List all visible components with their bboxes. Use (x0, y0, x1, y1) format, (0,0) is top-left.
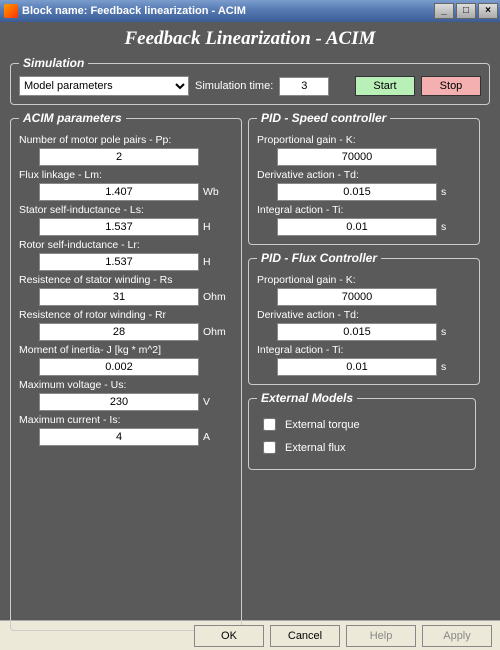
acim-param-input-4[interactable] (39, 288, 199, 306)
acim-param-label-8: Maximum current - Is: (19, 414, 233, 426)
acim-param-input-7[interactable] (39, 393, 199, 411)
acim-parameters-group: ACIM parameters Number of motor pole pai… (10, 111, 242, 631)
external-flux-label: External flux (285, 442, 346, 454)
model-parameters-select[interactable]: Model parameters (19, 76, 189, 96)
external-torque-checkbox[interactable] (263, 418, 276, 431)
pid-flux-param-label-1: Derivative action - Td: (257, 309, 471, 321)
external-legend: External Models (257, 391, 357, 405)
pid-speed-param-unit-1: s (441, 186, 471, 198)
app-icon (4, 4, 18, 18)
pid-flux-param-label-0: Proportional gain - K: (257, 274, 471, 286)
acim-param-input-1[interactable] (39, 183, 199, 201)
acim-param-unit-1: Wb (203, 186, 233, 198)
ok-button[interactable]: OK (194, 625, 264, 647)
simulation-group: Simulation Model parameters Simulation t… (10, 56, 490, 105)
acim-param-label-0: Number of motor pole pairs - Pp: (19, 134, 233, 146)
acim-param-label-1: Flux linkage - Lm: (19, 169, 233, 181)
pid-flux-group: PID - Flux Controller Proportional gain … (248, 251, 480, 385)
apply-button[interactable]: Apply (422, 625, 492, 647)
acim-param-unit-8: A (203, 431, 233, 443)
simulation-time-label: Simulation time: (195, 80, 273, 92)
acim-param-unit-5: Ohm (203, 326, 233, 338)
acim-param-label-6: Moment of inertia- J [kg * m^2] (19, 344, 233, 356)
pid-speed-param-input-0[interactable] (277, 148, 437, 166)
acim-param-input-3[interactable] (39, 253, 199, 271)
acim-param-input-6[interactable] (39, 358, 199, 376)
acim-param-unit-4: Ohm (203, 291, 233, 303)
pid-flux-legend: PID - Flux Controller (257, 251, 381, 265)
start-button[interactable]: Start (355, 76, 415, 96)
pid-flux-param-input-0[interactable] (277, 288, 437, 306)
acim-param-input-5[interactable] (39, 323, 199, 341)
cancel-button[interactable]: Cancel (270, 625, 340, 647)
acim-legend: ACIM parameters (19, 111, 126, 125)
page-title: Feedback Linearization - ACIM (10, 28, 490, 50)
help-button[interactable]: Help (346, 625, 416, 647)
content-panel: Feedback Linearization - ACIM Simulation… (0, 22, 500, 620)
acim-param-unit-7: V (203, 396, 233, 408)
pid-flux-param-input-1[interactable] (277, 323, 437, 341)
maximize-button[interactable]: □ (456, 3, 476, 19)
pid-flux-param-unit-2: s (441, 361, 471, 373)
acim-param-input-2[interactable] (39, 218, 199, 236)
pid-speed-param-input-1[interactable] (277, 183, 437, 201)
acim-param-unit-2: H (203, 221, 233, 233)
close-button[interactable]: × (478, 3, 498, 19)
acim-param-label-5: Resistence of rotor winding - Rr (19, 309, 233, 321)
pid-speed-param-label-1: Derivative action - Td: (257, 169, 471, 181)
minimize-button[interactable]: _ (434, 3, 454, 19)
acim-param-label-4: Resistence of stator winding - Rs (19, 274, 233, 286)
external-torque-label: External torque (285, 419, 360, 431)
pid-flux-param-input-2[interactable] (277, 358, 437, 376)
pid-speed-param-label-2: Integral action - Ti: (257, 204, 471, 216)
pid-speed-param-label-0: Proportional gain - K: (257, 134, 471, 146)
pid-flux-param-label-2: Integral action - Ti: (257, 344, 471, 356)
stop-button[interactable]: Stop (421, 76, 481, 96)
acim-param-label-3: Rotor self-inductance - Lr: (19, 239, 233, 251)
pid-flux-param-unit-1: s (441, 326, 471, 338)
acim-param-label-7: Maximum voltage - Us: (19, 379, 233, 391)
simulation-legend: Simulation (19, 56, 88, 70)
window-title: Block name: Feedback linearization - ACI… (22, 5, 432, 17)
acim-param-unit-3: H (203, 256, 233, 268)
pid-speed-param-unit-2: s (441, 221, 471, 233)
acim-param-label-2: Stator self-inductance - Ls: (19, 204, 233, 216)
pid-speed-legend: PID - Speed controller (257, 111, 390, 125)
simulation-time-input[interactable] (279, 77, 329, 96)
external-models-group: External Models External torque External… (248, 391, 476, 470)
external-flux-checkbox[interactable] (263, 441, 276, 454)
pid-speed-param-input-2[interactable] (277, 218, 437, 236)
acim-param-input-8[interactable] (39, 428, 199, 446)
acim-param-input-0[interactable] (39, 148, 199, 166)
pid-speed-group: PID - Speed controller Proportional gain… (248, 111, 480, 245)
window-titlebar: Block name: Feedback linearization - ACI… (0, 0, 500, 22)
